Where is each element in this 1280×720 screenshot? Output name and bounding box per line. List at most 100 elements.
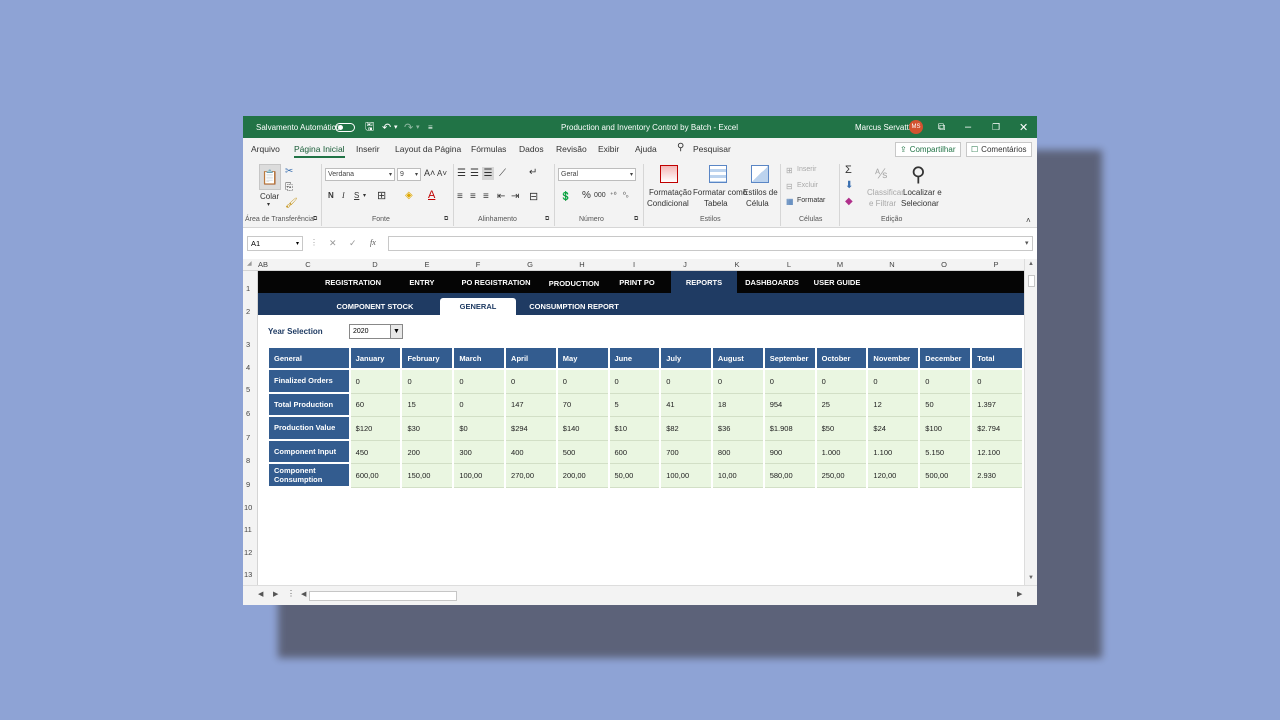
next-sheet-icon[interactable]: ▶ bbox=[273, 590, 278, 598]
table-cell[interactable]: 147 bbox=[506, 393, 556, 418]
align-middle-icon[interactable]: ☰ bbox=[470, 168, 479, 179]
copy-icon[interactable]: ⎘ bbox=[285, 182, 293, 193]
row-header[interactable]: 3 bbox=[246, 340, 250, 349]
table-cell[interactable]: 600 bbox=[609, 440, 660, 465]
merge-center-icon[interactable]: ⊟ bbox=[529, 190, 538, 203]
save-icon[interactable]: 🖫 bbox=[365, 116, 374, 138]
table-cell[interactable]: $120 bbox=[350, 417, 401, 441]
table-cell[interactable]: 200 bbox=[402, 440, 453, 465]
table-cell[interactable]: 0 bbox=[609, 370, 660, 394]
scroll-right-icon[interactable]: ▶ bbox=[1017, 590, 1022, 598]
table-cell[interactable]: 0 bbox=[454, 370, 505, 394]
table-cell[interactable]: 10,00 bbox=[712, 464, 763, 488]
row-header[interactable]: 1 bbox=[246, 284, 250, 293]
percent-icon[interactable]: % bbox=[582, 190, 591, 201]
table-cell[interactable]: $0 bbox=[454, 417, 505, 441]
formula-input[interactable] bbox=[388, 236, 1033, 251]
table-cell[interactable]: $50 bbox=[816, 417, 867, 441]
table-cell[interactable]: 0 bbox=[557, 370, 608, 394]
find-select-label-1[interactable]: Localizar e bbox=[903, 188, 942, 197]
table-cell[interactable]: 100,00 bbox=[454, 464, 505, 488]
number-launcher-icon[interactable]: ⧉ bbox=[634, 216, 638, 223]
table-cell[interactable]: 12.100 bbox=[972, 440, 1022, 465]
enter-icon[interactable]: ✓ bbox=[349, 238, 357, 249]
undo-dropdown-icon[interactable]: ▾ bbox=[394, 116, 398, 138]
shrink-font-icon[interactable]: A˅ bbox=[437, 169, 447, 178]
format-as-table-icon[interactable] bbox=[709, 165, 727, 183]
vertical-scrollbar[interactable]: ▲ ▼ bbox=[1024, 259, 1037, 585]
table-cell[interactable]: 60 bbox=[350, 393, 401, 418]
nav-po-registration[interactable]: PO REGISTRATION bbox=[453, 271, 539, 293]
table-cell[interactable]: 12 bbox=[868, 393, 919, 418]
table-cell[interactable]: 200,00 bbox=[557, 464, 608, 488]
borders-icon[interactable]: ⊞ bbox=[377, 189, 386, 202]
table-cell[interactable]: 270,00 bbox=[506, 464, 556, 488]
tab-ajuda[interactable]: Ajuda bbox=[635, 144, 657, 154]
table-cell[interactable]: 0 bbox=[661, 370, 711, 394]
close-icon[interactable]: ✕ bbox=[1019, 116, 1028, 138]
currency-icon[interactable]: 💲 bbox=[560, 191, 571, 202]
orientation-icon[interactable]: ⟋ bbox=[499, 168, 506, 179]
table-cell[interactable]: 500 bbox=[557, 440, 608, 465]
table-cell[interactable]: $36 bbox=[712, 417, 763, 441]
sort-filter-icon[interactable]: ⅍ bbox=[875, 166, 887, 181]
increase-decimal-icon[interactable]: ⁺⁰ bbox=[610, 191, 617, 199]
underline-dropdown-icon[interactable]: ▾ bbox=[363, 192, 366, 199]
row-header[interactable]: 5 bbox=[246, 385, 250, 394]
paste-dropdown-icon[interactable]: ▾ bbox=[267, 201, 270, 208]
table-cell[interactable]: 600,00 bbox=[350, 464, 401, 488]
column-header[interactable]: L bbox=[787, 260, 791, 269]
nav-production[interactable]: PRODUCTION bbox=[545, 272, 603, 294]
year-select[interactable]: 2020 ▼ bbox=[349, 324, 403, 339]
nav-reports[interactable]: REPORTS bbox=[671, 271, 737, 293]
table-cell[interactable]: 15 bbox=[402, 393, 453, 418]
table-cell[interactable]: $1.908 bbox=[764, 417, 815, 441]
subnav-component-stock[interactable]: COMPONENT STOCK bbox=[334, 298, 416, 315]
row-header[interactable]: 11 bbox=[244, 525, 252, 534]
ribbon-display-icon[interactable]: ⧉ bbox=[938, 116, 945, 138]
table-cell[interactable]: 50 bbox=[920, 393, 971, 418]
column-header[interactable]: J bbox=[683, 260, 687, 269]
table-cell[interactable]: 450 bbox=[350, 440, 401, 465]
table-cell[interactable]: 954 bbox=[764, 393, 815, 418]
thousands-icon[interactable]: 000 bbox=[594, 192, 606, 199]
tab-layout[interactable]: Layout da Página bbox=[395, 144, 461, 154]
clipboard-launcher-icon[interactable]: ⧉ bbox=[313, 216, 317, 223]
horizontal-scroll-thumb[interactable] bbox=[309, 591, 457, 601]
table-cell[interactable]: 700 bbox=[661, 440, 711, 465]
nav-registration[interactable]: REGISTRATION bbox=[314, 271, 392, 293]
row-header[interactable]: 13 bbox=[244, 570, 252, 579]
table-cell[interactable]: 900 bbox=[764, 440, 815, 465]
increase-indent-icon[interactable]: ⇥ bbox=[511, 191, 519, 202]
table-cell[interactable]: 1.397 bbox=[972, 393, 1022, 418]
cut-icon[interactable]: ✂ bbox=[285, 166, 293, 177]
tab-dados[interactable]: Dados bbox=[519, 144, 544, 154]
table-cell[interactable]: 70 bbox=[557, 393, 608, 418]
redo-icon[interactable]: ↷ bbox=[404, 116, 413, 138]
expand-formula-icon[interactable]: ▾ bbox=[1025, 239, 1029, 247]
column-header[interactable]: AB bbox=[258, 260, 268, 269]
customize-toolbar-icon[interactable]: ≡ bbox=[428, 116, 433, 138]
clear-icon[interactable]: ◆ bbox=[845, 196, 853, 207]
redo-dropdown-icon[interactable]: ▾ bbox=[416, 116, 420, 138]
search-icon[interactable]: ⚲ bbox=[677, 142, 684, 153]
vertical-scroll-thumb[interactable] bbox=[1028, 275, 1035, 287]
column-header[interactable]: E bbox=[424, 260, 429, 269]
column-header[interactable]: M bbox=[837, 260, 843, 269]
table-cell[interactable]: 0 bbox=[868, 370, 919, 394]
scroll-up-icon[interactable]: ▲ bbox=[1028, 261, 1034, 267]
column-header[interactable]: G bbox=[527, 260, 533, 269]
grow-font-icon[interactable]: A˄ bbox=[424, 168, 435, 178]
table-cell[interactable]: $30 bbox=[402, 417, 453, 441]
decrease-decimal-icon[interactable]: ⁰₀ bbox=[623, 191, 629, 199]
row-header[interactable]: 8 bbox=[246, 456, 250, 465]
sort-filter-label-1[interactable]: Classificar bbox=[867, 188, 904, 197]
table-cell[interactable]: 0 bbox=[764, 370, 815, 394]
cell-styles-icon[interactable] bbox=[751, 165, 769, 183]
table-cell[interactable]: 0 bbox=[454, 393, 505, 418]
subnav-consumption-report[interactable]: CONSUMPTION REPORT bbox=[528, 298, 620, 315]
decrease-indent-icon[interactable]: ⇤ bbox=[497, 191, 505, 202]
column-header[interactable]: D bbox=[372, 260, 377, 269]
table-cell[interactable]: $294 bbox=[506, 417, 556, 441]
font-family-select[interactable]: Verdana ▾ bbox=[325, 168, 395, 181]
